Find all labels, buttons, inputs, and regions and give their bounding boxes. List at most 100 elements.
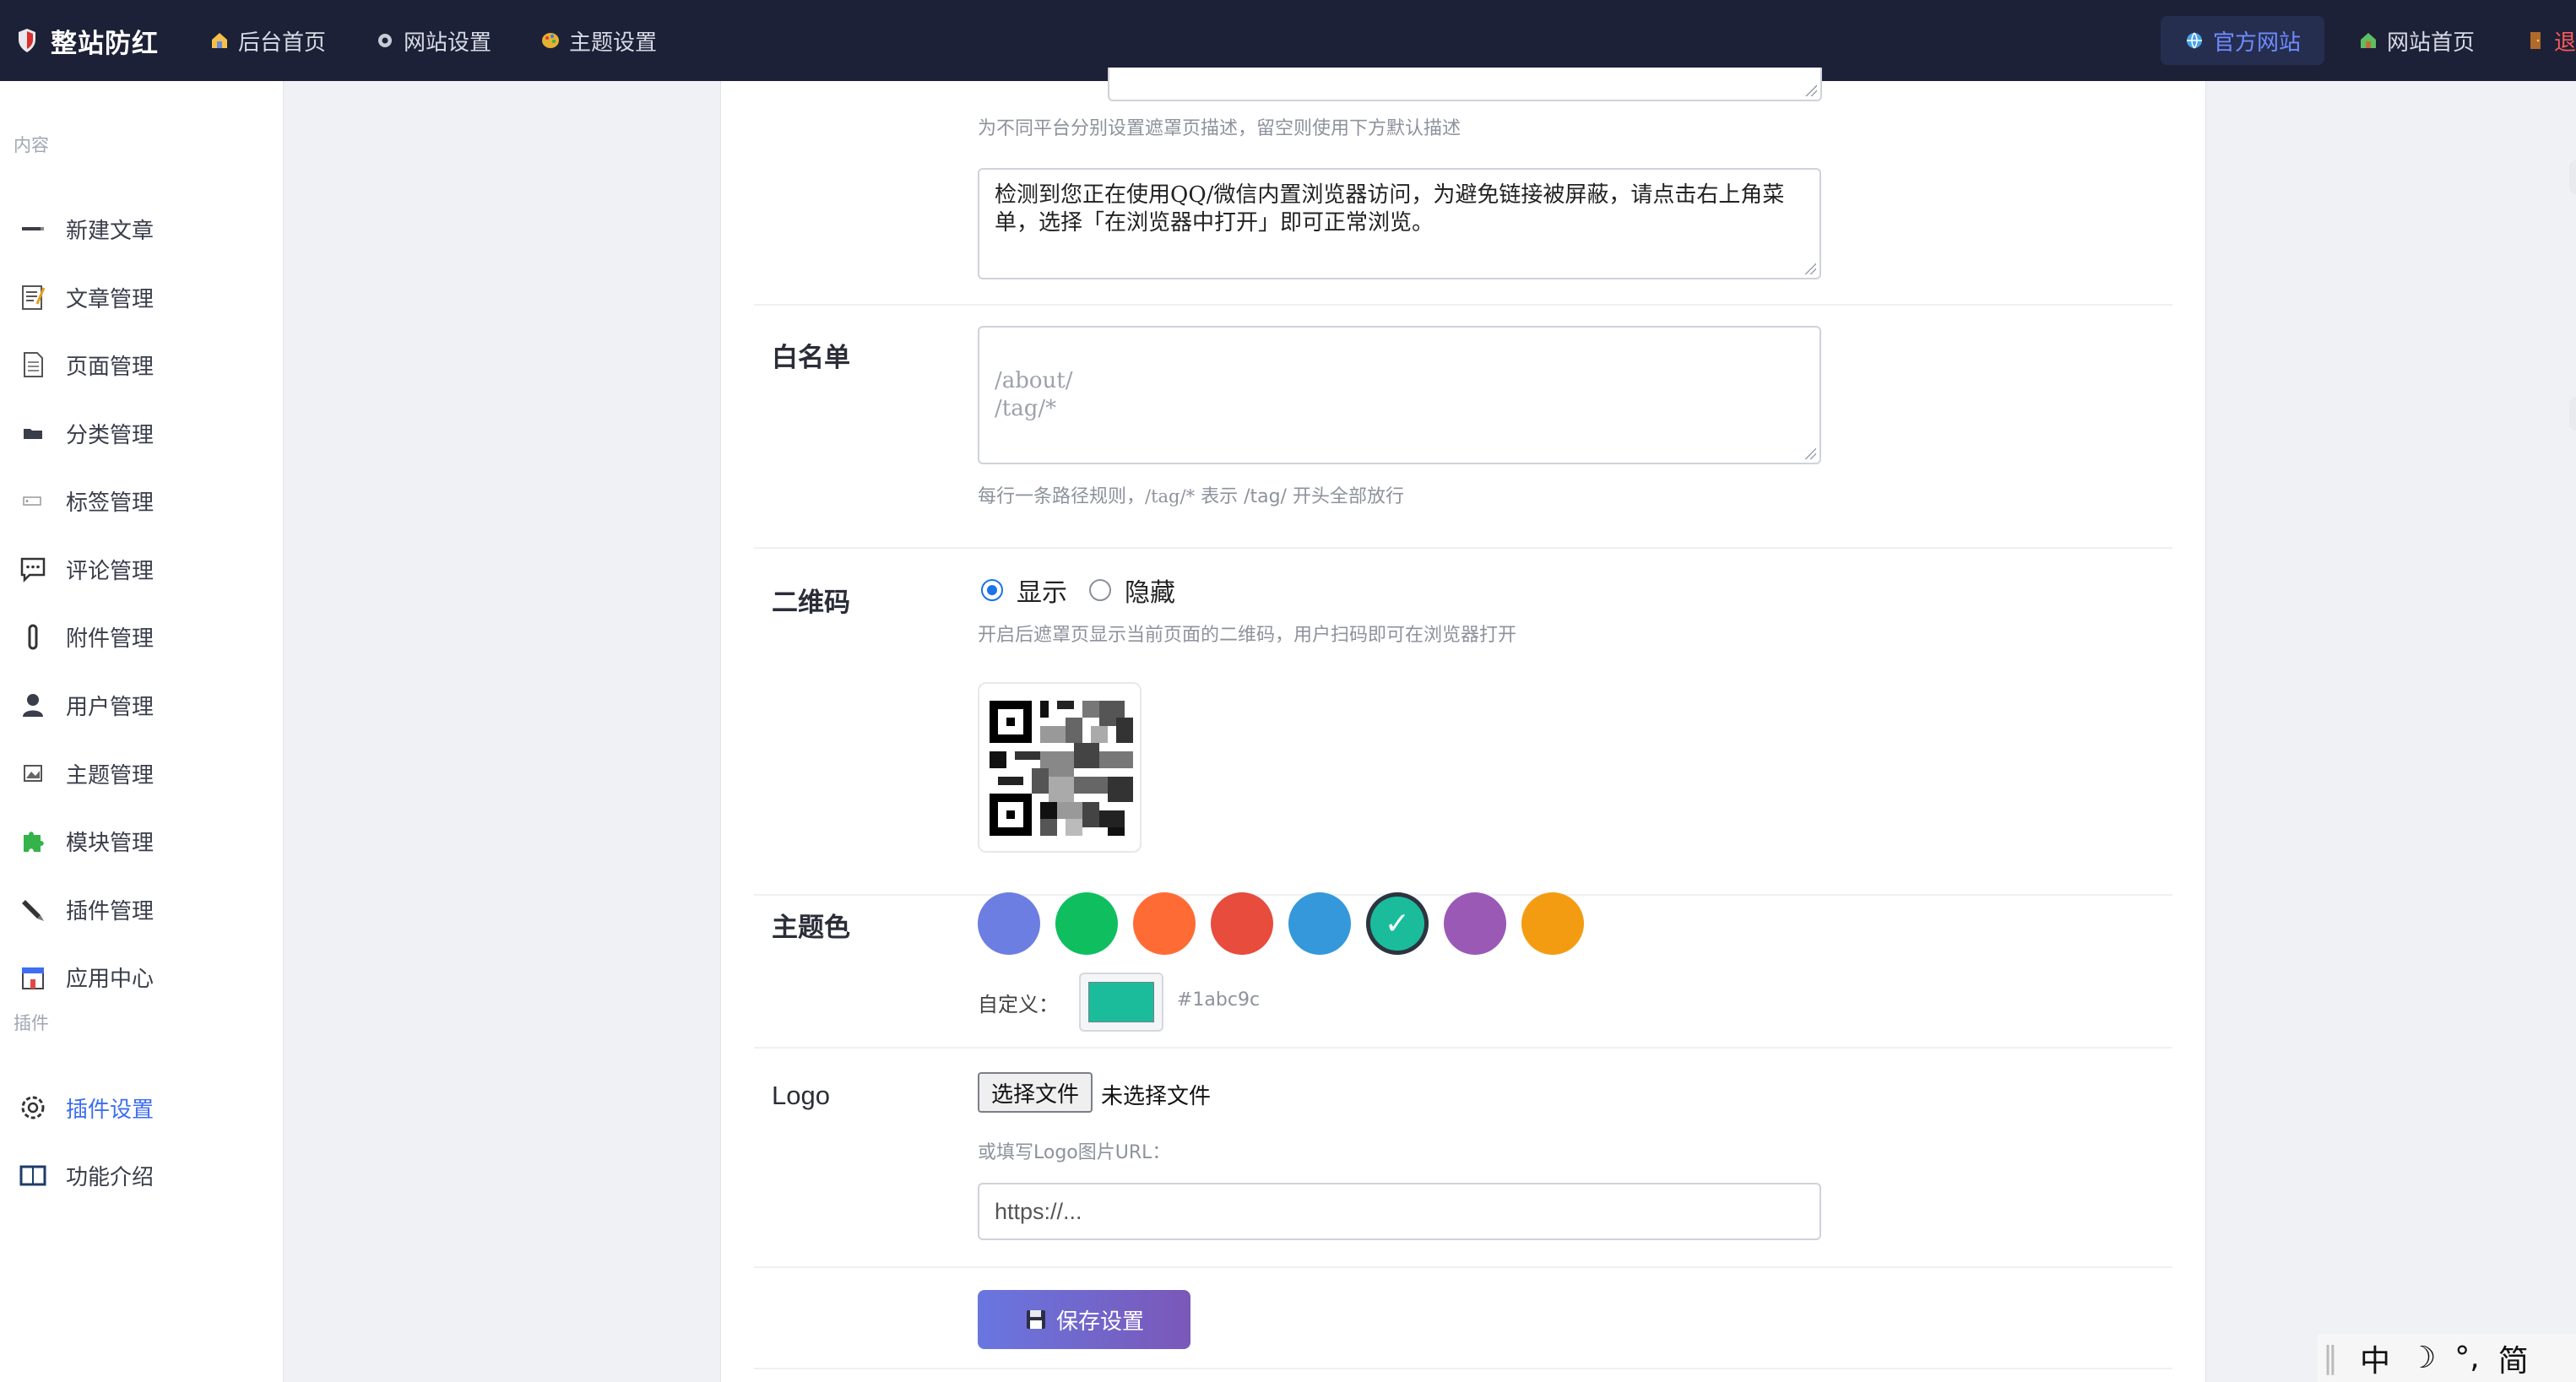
nav-label: 后台首页: [238, 30, 327, 56]
whitelist-hint: 每行一条路径规则，/tag/* 表示 /tag/ 开头全部放行: [978, 481, 1404, 508]
site-home-link[interactable]: 网站首页: [2358, 25, 2475, 57]
sidebar-item-label: 新建文章: [66, 218, 155, 244]
sidebar-item-new-post[interactable]: 新建文章: [0, 203, 284, 254]
sidebar-item-label: 主题管理: [66, 762, 155, 789]
sidebar-section-plugins: 插件: [14, 1013, 49, 1033]
home-label: 网站首页: [2386, 30, 2475, 56]
sidebar: 内容 新建文章 文章管理 页面管理 分类管理 标签管理 评论管理 附件管理 用户…: [0, 81, 284, 1382]
color-swatch-1[interactable]: [978, 892, 1040, 955]
store-icon: [19, 962, 47, 991]
logo-label: Logo: [772, 1081, 830, 1110]
edge-handle[interactable]: [2569, 160, 2576, 194]
sidebar-item-comments[interactable]: 评论管理: [0, 544, 284, 594]
ime-moon-icon[interactable]: ☽: [2409, 1341, 2436, 1375]
sidebar-item-plugin-settings[interactable]: 插件设置: [0, 1082, 284, 1133]
ime-simplified[interactable]: 简: [2498, 1336, 2529, 1380]
choose-file-button[interactable]: 选择文件: [978, 1072, 1093, 1113]
ime-mode[interactable]: 中: [2360, 1336, 2390, 1380]
logout-link[interactable]: 退出: [2525, 25, 2576, 57]
brush-icon: [19, 895, 47, 924]
qrcode-label: 二维码: [772, 588, 850, 618]
resize-grip[interactable]: [1805, 84, 1817, 96]
sidebar-item-label: 标签管理: [66, 490, 155, 516]
resize-grip[interactable]: [1804, 447, 1816, 459]
save-settings-button[interactable]: 保存设置: [978, 1290, 1190, 1349]
sidebar-item-posts[interactable]: 文章管理: [0, 272, 284, 322]
nav-site-settings[interactable]: 网站设置: [375, 25, 491, 57]
platform-hint: 为不同平台分别设置遮罩页描述，留空则使用下方默认描述: [978, 118, 1462, 139]
paperclip-icon: [19, 622, 47, 651]
sidebar-item-app-center[interactable]: 应用中心: [0, 951, 284, 1002]
qrcode-hide-radio[interactable]: [1089, 579, 1111, 601]
settings-icon: [19, 1093, 47, 1122]
color-swatches: ✓: [978, 892, 1599, 955]
save-label: 保存设置: [1055, 1309, 1144, 1335]
sidebar-item-tags[interactable]: 标签管理: [0, 475, 284, 526]
color-swatch-8[interactable]: [1521, 892, 1584, 955]
gear-icon: [378, 34, 393, 47]
ime-punct[interactable]: °,: [2454, 1341, 2479, 1375]
color-swatch-3[interactable]: [1133, 892, 1196, 955]
whitelist-label: 白名单: [772, 343, 850, 373]
color-swatch-6[interactable]: ✓: [1366, 892, 1429, 955]
page-icon: [19, 350, 47, 379]
comment-icon: [19, 555, 47, 583]
book-icon: [19, 1161, 47, 1190]
platform-desc-textarea[interactable]: [1108, 68, 1822, 101]
color-swatch-4[interactable]: [1211, 892, 1273, 955]
sidebar-item-plugins[interactable]: 插件管理: [0, 884, 284, 935]
official-site-link[interactable]: 官方网站: [2160, 16, 2324, 65]
edge-handle[interactable]: [2569, 397, 2576, 431]
custom-color-label: 自定义：: [978, 993, 1059, 1016]
divider: [754, 1368, 2172, 1369]
whitelist-textarea[interactable]: /about/ /tag/*: [978, 326, 1821, 464]
custom-color-value: #1abc9c: [1177, 989, 1261, 1011]
nav-admin-home[interactable]: 后台首页: [209, 25, 326, 57]
user-icon: [19, 691, 47, 719]
brand-title: 整站防红: [51, 28, 159, 59]
top-nav: 后台首页 网站设置 主题设置: [209, 25, 706, 57]
ime-grip[interactable]: ‖: [2323, 1341, 2338, 1375]
sidebar-item-users[interactable]: 用户管理: [0, 680, 284, 730]
divider: [754, 547, 2172, 549]
logo-url-placeholder: https://...: [995, 1198, 1082, 1224]
color-swatch-7[interactable]: [1444, 892, 1506, 955]
sidebar-item-features[interactable]: 功能介绍: [0, 1150, 284, 1200]
whitelist-placeholder: /about/ /tag/*: [995, 368, 1073, 421]
logout-label: 退出: [2554, 30, 2576, 56]
nav-theme-settings[interactable]: 主题设置: [540, 25, 657, 57]
sidebar-item-modules[interactable]: 模块管理: [0, 816, 284, 866]
nav-label: 主题设置: [569, 30, 658, 56]
official-label: 官方网站: [2212, 30, 2301, 56]
qrcode-show-label[interactable]: 显示: [1017, 572, 1067, 609]
hint-code: /tag/*: [1145, 486, 1196, 507]
custom-color-picker[interactable]: [1079, 973, 1163, 1032]
shield-icon: [19, 29, 35, 52]
pen-icon: [19, 214, 47, 243]
qrcode-image: [990, 701, 1133, 836]
default-desc-textarea[interactable]: 检测到您正在使用QQ/微信内置浏览器访问，为避免链接被屏蔽，请点击右上角菜单，选…: [978, 168, 1821, 279]
color-swatch-5[interactable]: [1288, 892, 1351, 955]
hint-text: 表示 /tag/ 开头全部放行: [1195, 486, 1404, 507]
color-swatch-2[interactable]: [1055, 892, 1118, 955]
palette-icon: [542, 33, 560, 48]
check-icon: ✓: [1384, 906, 1411, 941]
logo-url-hint: 或填写Logo图片URL：: [978, 1142, 1171, 1163]
resize-grip[interactable]: [1804, 263, 1816, 274]
sidebar-item-pages[interactable]: 页面管理: [0, 339, 284, 390]
default-desc-text: 检测到您正在使用QQ/微信内置浏览器访问，为避免链接被屏蔽，请点击右上角菜单，选…: [995, 182, 1785, 236]
ime-toolbar: ‖ 中 ☽ °, 简: [2318, 1334, 2576, 1382]
globe-icon: [2186, 32, 2202, 49]
logo-url-input[interactable]: https://...: [978, 1183, 1821, 1240]
hint-text: 每行一条路径规则，: [978, 486, 1146, 507]
qrcode-hide-label[interactable]: 隐藏: [1125, 572, 1175, 609]
qrcode-show-radio[interactable]: [981, 579, 1003, 601]
sidebar-item-categories[interactable]: 分类管理: [0, 408, 284, 458]
house-icon: [2360, 33, 2376, 48]
brand[interactable]: 整站防红: [17, 22, 159, 60]
folder-icon: [19, 419, 47, 447]
sidebar-item-label: 功能介绍: [66, 1164, 155, 1190]
sidebar-item-themes[interactable]: 主题管理: [0, 748, 284, 799]
sidebar-item-attachments[interactable]: 附件管理: [0, 611, 284, 662]
qrcode-hint: 开启后遮罩页显示当前页面的二维码，用户扫码即可在浏览器打开: [978, 625, 1517, 646]
